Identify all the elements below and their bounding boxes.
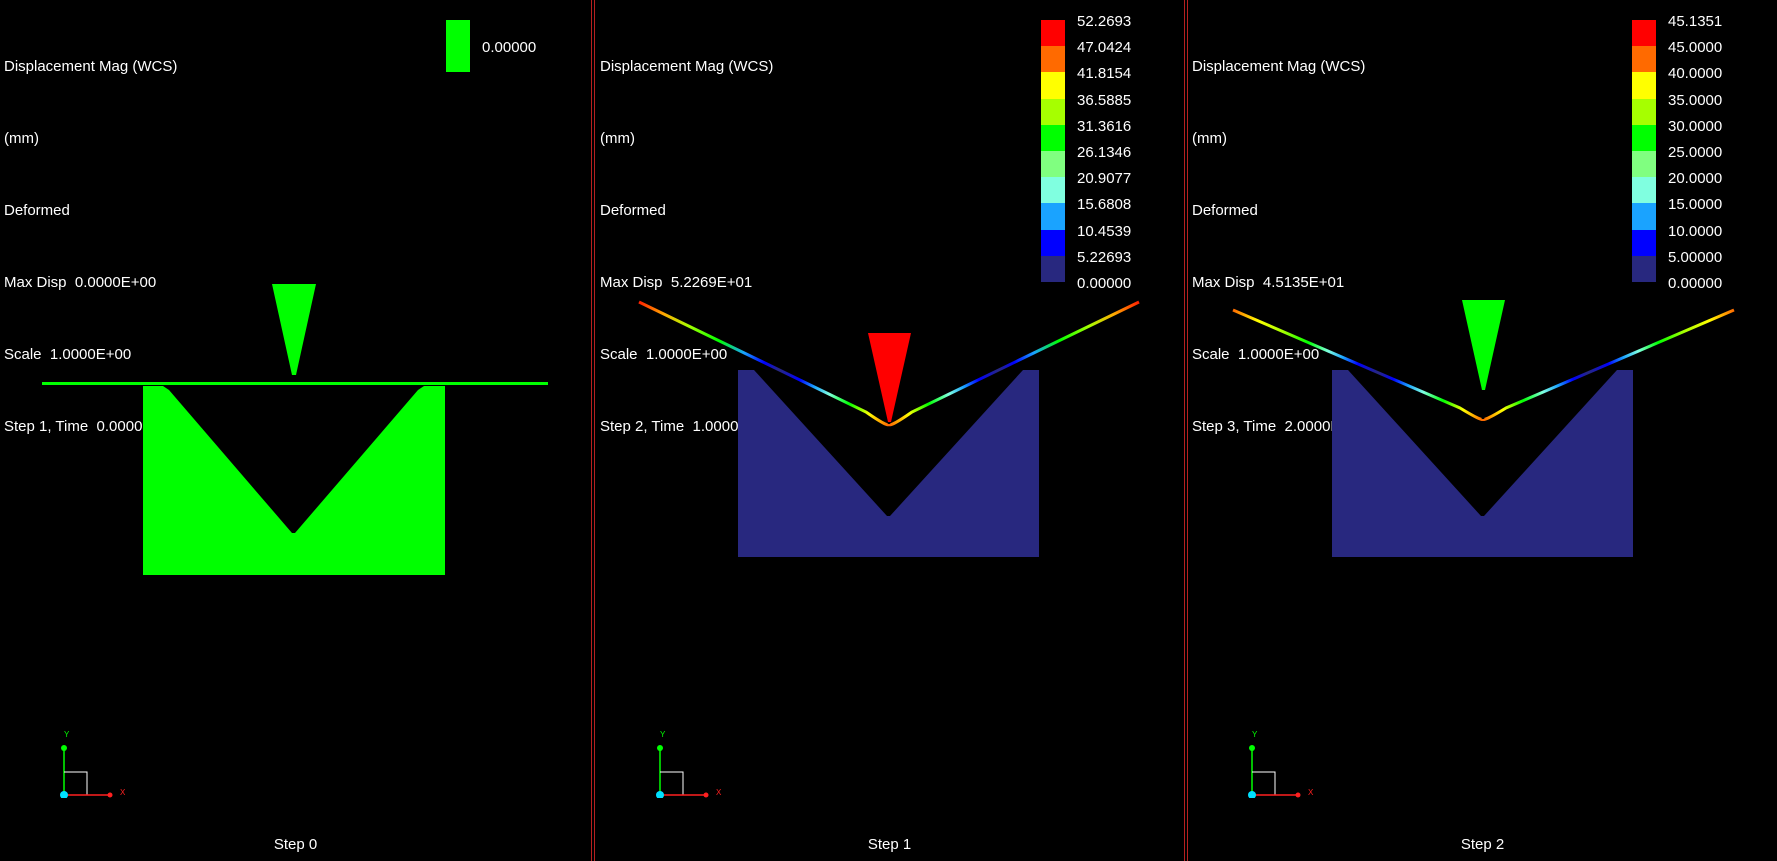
viewport-step-2[interactable]: Displacement Mag (WCS) (mm) Deformed Max… [1188, 0, 1777, 861]
punch [1462, 300, 1505, 390]
x-axis-label: X [716, 788, 722, 797]
x-axis-label: X [120, 788, 126, 797]
viewport-step-0[interactable]: Displacement Mag (WCS) (mm) Deformed Max… [0, 0, 591, 861]
viewport-step-1[interactable]: Displacement Mag (WCS) (mm) Deformed Max… [596, 0, 1183, 861]
x-axis-label: X [1308, 788, 1314, 797]
triad-axes: Y X [60, 730, 126, 798]
y-axis-label: Y [1252, 730, 1258, 739]
punch [272, 284, 316, 375]
sheet-blank [42, 382, 548, 385]
v-die [1332, 370, 1633, 557]
y-axis-label: Y [660, 730, 666, 739]
y-axis-label: Y [64, 730, 70, 739]
viewport-divider[interactable] [591, 0, 595, 861]
step-label: Step 0 [273, 836, 318, 853]
triad-axes: Y X [1248, 730, 1314, 798]
step-label: Step 2 [1460, 836, 1505, 853]
punch [868, 333, 911, 422]
step-label: Step 1 [867, 836, 912, 853]
v-die [143, 386, 445, 575]
triad-axes: Y X [656, 730, 722, 798]
